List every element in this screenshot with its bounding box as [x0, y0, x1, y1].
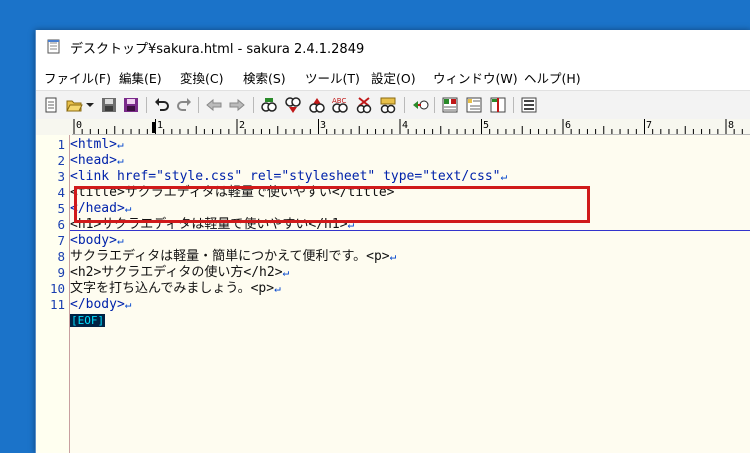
line-number: 8 [57, 249, 65, 264]
code-line: </body>↵ [70, 297, 131, 313]
line-number: 1 [57, 137, 65, 152]
jump-back-icon[interactable] [205, 96, 223, 114]
toolbar-separator [146, 97, 147, 113]
menu-file[interactable]: ファイル(F) [44, 68, 111, 87]
redo-icon[interactable] [175, 96, 193, 114]
find-next-icon[interactable] [308, 96, 326, 114]
save-all-icon[interactable] [122, 96, 140, 114]
menu-window[interactable]: ウィンドウ(W) [433, 68, 518, 87]
menu-edit[interactable]: 編集(E) [119, 68, 162, 87]
title-bar[interactable]: デスクトップ¥sakura.html - sakura 2.4.1.2849 [36, 30, 750, 62]
ruler-cursor-marker [152, 122, 156, 133]
toolbar-separator [434, 97, 435, 113]
chevron-down-icon[interactable] [85, 96, 95, 114]
ruler-corner [36, 119, 72, 136]
line-number: 2 [57, 153, 65, 168]
code-line-text: <link href="style.css" rel="stylesheet" … [70, 169, 501, 184]
ruler-label: 2 [239, 120, 246, 131]
text-editor-area[interactable]: <html>↵ <head>↵ <link href="style.css" r… [70, 135, 750, 453]
save-icon[interactable] [100, 96, 118, 114]
code-line-text: 文字を打ち込んでみましょう。<p> [70, 281, 275, 296]
toolbar-separator [513, 97, 514, 113]
ruler-label: 6 [565, 120, 572, 131]
menu-convert[interactable]: 変換(C) [180, 68, 223, 87]
undo-icon[interactable] [153, 96, 171, 114]
eof-marker: [EOF] [70, 314, 106, 327]
return-mark: ↵ [500, 170, 508, 183]
compare-icon[interactable] [441, 96, 459, 114]
code-line: 文字を打ち込んでみましょう。<p>↵ [70, 281, 281, 297]
cursor-underline [70, 230, 750, 231]
annotation-highlight-box [74, 186, 590, 223]
line-number: 5 [57, 201, 65, 216]
jump-forward-icon[interactable] [228, 96, 246, 114]
return-mark: ↵ [389, 250, 397, 263]
open-folder-icon[interactable] [65, 96, 83, 114]
ruler-label: 8 [728, 120, 735, 131]
code-line-text: <body> [70, 233, 117, 248]
toolbar-separator [198, 97, 199, 113]
grep-icon[interactable] [379, 96, 397, 114]
ruler-label: 7 [646, 120, 653, 131]
code-line: サクラエディタは軽量・簡単につかえて便利です。<p>↵ [70, 249, 396, 265]
settings-icon[interactable] [520, 96, 538, 114]
return-mark: ↵ [274, 282, 281, 295]
return-mark: ↵ [282, 266, 290, 279]
ruler-label: 5 [483, 120, 490, 131]
ruler-label: 0 [76, 120, 83, 131]
line-number-gutter[interactable]: 1 2 3 4 5 6 7 8 9 10 11 [36, 135, 70, 453]
line-number: 6 [57, 217, 65, 232]
code-line: <body>↵ [70, 233, 124, 249]
menu-search[interactable]: 検索(S) [243, 68, 286, 87]
replace-icon[interactable]: ABC [331, 96, 349, 114]
line-number: 4 [57, 185, 65, 200]
return-mark: ↵ [124, 298, 132, 311]
tag-jump-icon[interactable] [411, 96, 429, 114]
line-number: 3 [57, 169, 65, 184]
ruler-label: 4 [402, 120, 409, 131]
code-line: <head>↵ [70, 153, 124, 169]
find-icon[interactable] [260, 96, 278, 114]
menu-help[interactable]: ヘルプ(H) [524, 68, 581, 87]
toolbar-separator [253, 97, 254, 113]
new-file-icon[interactable] [42, 96, 60, 114]
eof-line: [EOF] [70, 313, 106, 329]
return-mark: ↵ [116, 234, 124, 247]
toolbar: ABC [36, 90, 750, 120]
code-line: <h2>サクラエディタの使い方</h2>↵ [70, 265, 289, 281]
notepad-app-icon [47, 39, 60, 54]
ruler-label: 1 [157, 120, 164, 131]
code-line-text: <html> [70, 137, 117, 152]
clear-mark-icon[interactable] [355, 96, 373, 114]
code-line-text: <head> [70, 153, 117, 168]
code-line: <html>↵ [70, 137, 124, 153]
line-number: 7 [57, 233, 65, 248]
outline-icon[interactable] [465, 96, 483, 114]
line-number: 9 [57, 265, 65, 280]
ruler-label: 3 [320, 120, 327, 131]
code-line-text: <h2>サクラエディタの使い方</h2> [70, 265, 283, 280]
return-mark: ↵ [116, 154, 124, 167]
ruler[interactable]: 0 1 2 3 4 5 6 7 8 [72, 119, 750, 135]
return-mark: ↵ [116, 138, 124, 151]
editor-window: デスクトップ¥sakura.html - sakura 2.4.1.2849 フ… [35, 30, 750, 453]
code-line-text: サクラエディタは軽量・簡単につかえて便利です。<p> [70, 249, 390, 264]
menu-tools[interactable]: ツール(T) [305, 68, 360, 87]
line-number: 10 [49, 281, 65, 296]
menu-settings[interactable]: 設定(O) [371, 68, 416, 87]
split-window-icon[interactable] [489, 96, 507, 114]
toolbar-separator [404, 97, 405, 113]
window-title: デスクトップ¥sakura.html - sakura 2.4.1.2849 [70, 42, 365, 57]
line-number: 11 [49, 297, 65, 312]
code-line: <link href="style.css" rel="stylesheet" … [70, 169, 507, 185]
find-prev-icon[interactable] [284, 96, 302, 114]
menu-bar: ファイル(F) 編集(E) 変換(C) 検索(S) ツール(T) 設定(O) ウ… [36, 64, 750, 88]
code-line-text: </body> [70, 297, 125, 312]
